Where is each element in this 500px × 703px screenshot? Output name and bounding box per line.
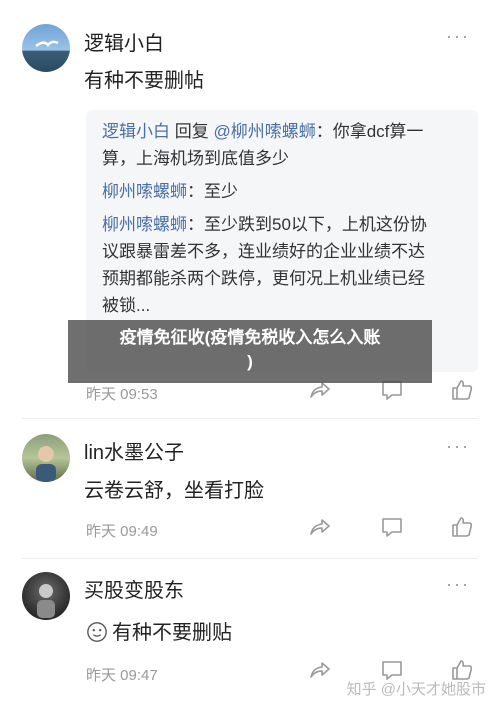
bird-icon — [35, 40, 59, 48]
comment-2: lin水墨公子 ··· 云卷云舒，坐看打脸 昨天 09:49 — [0, 420, 500, 560]
comment-text: 有种不要删帖 — [84, 70, 204, 92]
like-icon[interactable] — [450, 515, 474, 539]
sticker-emoji-icon — [87, 622, 107, 642]
username[interactable]: 买股变股东 — [84, 574, 184, 603]
overlay-title-line1: 疫情免征收(疫情免税收入怎么入账 — [119, 328, 381, 347]
more-options-icon[interactable]: ··· — [446, 26, 470, 47]
like-icon[interactable] — [450, 378, 474, 402]
quote-user-link[interactable]: 柳州嗦螺蛳 — [102, 215, 187, 234]
quote-text: 议跟暴雷差不多，连业绩好的企业业绩不达 — [102, 242, 425, 261]
username[interactable]: 逻辑小白 — [84, 27, 164, 56]
person-icon — [36, 446, 56, 482]
quote-text: 算，上海机场到底值多少 — [102, 149, 289, 168]
divider — [22, 418, 478, 419]
title-overlay-banner: 疫情免征收(疫情免税收入怎么入账 ) — [68, 320, 432, 383]
person-icon — [37, 584, 55, 618]
timestamp: 昨天 09:53 — [86, 386, 158, 403]
quote-text: 被锁... — [102, 296, 151, 315]
timestamp: 昨天 09:49 — [86, 523, 158, 540]
quote-user-link[interactable]: 逻辑小白 — [102, 122, 170, 141]
username[interactable]: lin水墨公子 — [84, 436, 184, 465]
mention-link[interactable]: @柳州嗦螺蛳 — [213, 122, 315, 141]
divider — [22, 558, 478, 559]
more-options-icon[interactable]: ··· — [446, 436, 470, 457]
comment-text: 有种不要删贴 — [86, 616, 232, 645]
more-options-icon[interactable]: ··· — [446, 574, 470, 595]
comment-text: 云卷云舒，坐看打脸 — [84, 480, 264, 502]
quote-user-link[interactable]: 柳州嗦螺蛳 — [102, 182, 187, 201]
quote-text: 预期都能杀两个跌停，更何况上机业绩已经 — [102, 269, 425, 288]
comment-icon[interactable] — [380, 515, 404, 539]
avatar[interactable] — [22, 434, 70, 482]
share-icon[interactable] — [308, 658, 332, 682]
avatar[interactable] — [22, 572, 70, 620]
watermark: 知乎 @小天才她股市 — [346, 681, 486, 698]
overlay-title-line2: ) — [247, 352, 253, 371]
timestamp: 昨天 09:47 — [86, 667, 158, 684]
avatar[interactable] — [22, 24, 70, 72]
share-icon[interactable] — [308, 515, 332, 539]
